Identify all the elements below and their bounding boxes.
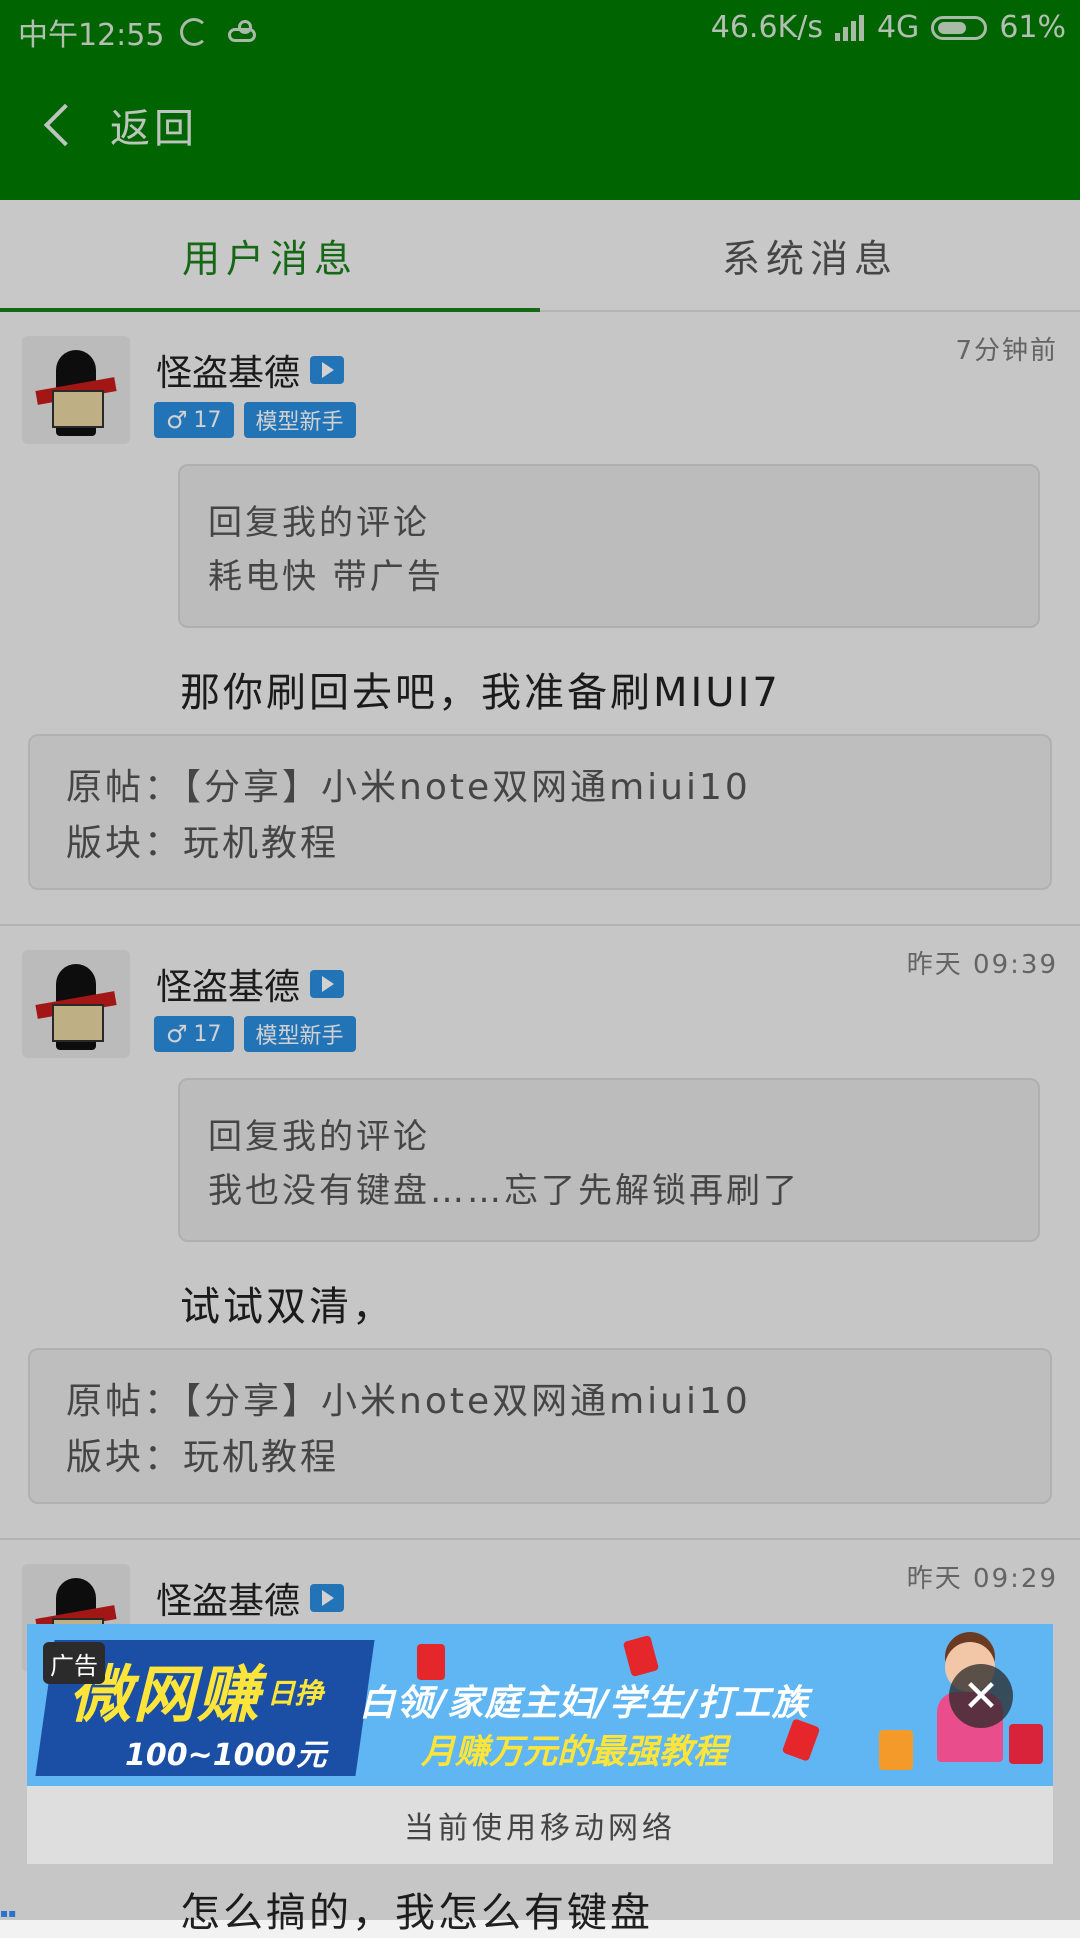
source-post-card[interactable]: 原帖：【分享】小米note双网通miui10 版块：玩机教程 — [28, 1348, 1052, 1504]
source-post: 原帖：【分享】小米note双网通miui10 — [66, 767, 751, 808]
video-icon — [310, 970, 345, 998]
video-icon — [310, 356, 345, 384]
quote-text: 耗电快 带广告 — [208, 557, 444, 597]
app-header: 返回 — [0, 56, 1080, 200]
network-speed: 46.6K/s — [710, 10, 823, 45]
signal-icon — [834, 14, 865, 41]
message-time: 昨天 09:29 — [906, 1564, 1058, 1594]
ad-line-2: 月赚万元的最强教程 — [421, 1732, 727, 1772]
tab-user-messages[interactable]: 用户消息 — [0, 200, 540, 312]
level-value: 17 — [193, 407, 222, 433]
level-badge: ♂ 17 — [154, 1016, 234, 1052]
username[interactable]: 怪盗基德 — [156, 1572, 300, 1624]
shopping-bag-icon — [1009, 1724, 1043, 1764]
close-icon[interactable]: ✕ — [949, 1664, 1013, 1728]
tab-system-messages[interactable]: 系统消息 — [540, 200, 1080, 310]
ad-popup[interactable]: 微网赚 日挣 100~1000元 白领/家庭主妇/学生/打工族 月赚万元的最强教… — [27, 1624, 1053, 1864]
ad-tag: 广告 — [43, 1642, 105, 1684]
username[interactable]: 怪盗基德 — [156, 958, 300, 1010]
status-time: 中午12:55 — [18, 18, 165, 53]
level-value: 17 — [193, 1021, 222, 1047]
tab-bar: 用户消息 系统消息 — [0, 200, 1080, 312]
username[interactable]: 怪盗基德 — [156, 344, 300, 396]
back-button[interactable]: 返回 — [40, 96, 198, 154]
avatar[interactable] — [22, 950, 130, 1058]
reply-text: 试试双清， — [180, 1284, 395, 1330]
username-row: 怪盗基德 — [156, 1572, 345, 1624]
ad-banner[interactable]: 微网赚 日挣 100~1000元 白领/家庭主妇/学生/打工族 月赚万元的最强教… — [27, 1624, 1053, 1786]
corner-mark-icon: ▪▪ — [0, 1906, 17, 1920]
user-badges: ♂ 17 模型新手 — [154, 402, 356, 438]
source-post-card[interactable]: 原帖：【分享】小米note双网通miui10 版块：玩机教程 — [28, 734, 1052, 890]
source-post: 原帖：【分享】小米note双网通miui10 — [66, 1381, 751, 1422]
ad-network-notice: 当前使用移动网络 — [27, 1786, 1053, 1864]
male-icon: ♂ — [166, 406, 188, 434]
chevron-left-icon — [43, 103, 87, 147]
back-label: 返回 — [110, 106, 198, 152]
level-badge: ♂ 17 — [154, 402, 234, 438]
username-row: 怪盗基德 — [156, 958, 345, 1010]
quoted-comment[interactable]: 回复我的评论 我也没有键盘……忘了先解锁再刷了 — [178, 1078, 1040, 1242]
video-icon — [310, 1584, 345, 1612]
ad-daily: 日挣 — [267, 1677, 324, 1710]
red-envelope-icon — [622, 1634, 660, 1678]
battery-icon — [931, 15, 988, 40]
reply-text: 那你刷回去吧，我准备刷MIUI7 — [180, 670, 781, 716]
sync-icon — [180, 18, 209, 46]
reply-text: 怎么搞的，我怎么有键盘 — [180, 1890, 653, 1936]
rank-badge: 模型新手 — [243, 1016, 356, 1052]
quote-title: 回复我的评论 — [208, 503, 430, 543]
username-row: 怪盗基德 — [156, 344, 345, 396]
source-board: 版块：玩机教程 — [66, 1437, 340, 1478]
rank-badge: 模型新手 — [243, 402, 356, 438]
battery-percent: 61% — [999, 10, 1066, 45]
message-item[interactable]: 怪盗基德 ♂ 17 模型新手 7分钟前 回复我的评论 耗电快 带广告 那你刷回去吧… — [0, 312, 1080, 926]
message-time: 7分钟前 — [955, 336, 1058, 366]
message-time: 昨天 09:39 — [906, 950, 1058, 980]
user-badges: ♂ 17 模型新手 — [154, 1016, 356, 1052]
ad-range: 100~1000元 — [125, 1738, 327, 1773]
message-item[interactable]: 怪盗基德 ♂ 17 模型新手 昨天 09:39 回复我的评论 我也没有键盘……忘了… — [0, 926, 1080, 1540]
network-type: 4G — [876, 10, 920, 45]
source-board: 版块：玩机教程 — [66, 823, 340, 864]
quoted-comment[interactable]: 回复我的评论 耗电快 带广告 — [178, 464, 1040, 628]
ad-line-1: 白领/家庭主妇/学生/打工族 — [359, 1683, 809, 1724]
status-bar: 中午12:55 46.6K/s 4G 61% — [0, 0, 1080, 56]
weather-icon — [224, 18, 260, 46]
avatar[interactable] — [22, 336, 130, 444]
quote-text: 我也没有键盘……忘了先解锁再刷了 — [208, 1171, 800, 1211]
male-icon: ♂ — [166, 1020, 188, 1048]
shopping-bag-icon — [879, 1730, 913, 1770]
quote-title: 回复我的评论 — [208, 1117, 430, 1157]
